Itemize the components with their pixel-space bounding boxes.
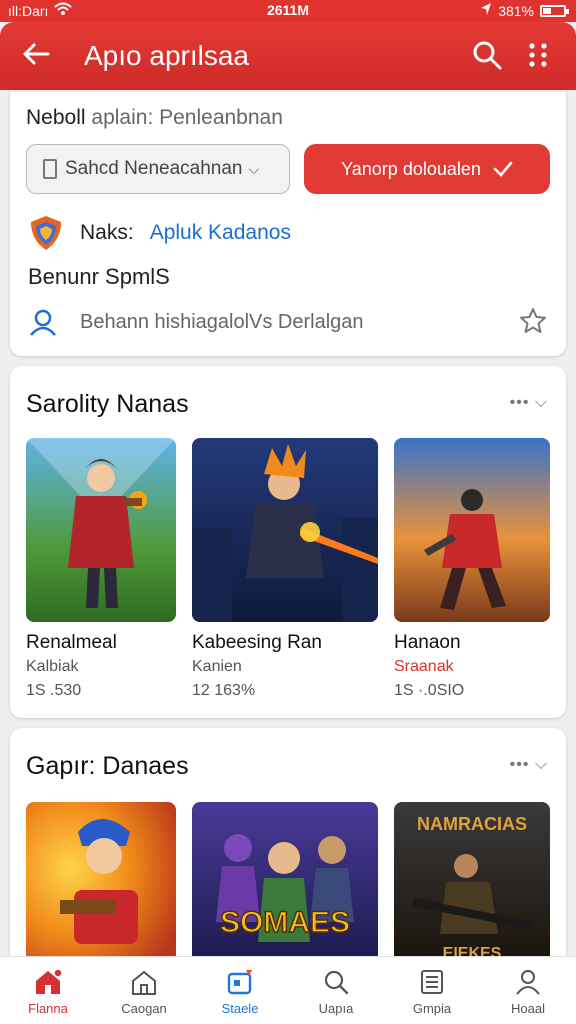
download-button[interactable]: Yanorp doloualen xyxy=(304,144,550,194)
location-icon xyxy=(480,2,492,19)
games-section-1: Sarolity Nanas ••• ⌵ Renalmeal Kalbiak 1… xyxy=(10,366,566,718)
battery-icon xyxy=(540,4,569,17)
naks-label: Naks: xyxy=(80,221,134,244)
select-value: Sahcd Neneacahnan xyxy=(65,158,243,179)
battery-fill xyxy=(543,7,552,14)
game-developer: Kalbiak xyxy=(26,658,79,675)
game-thumbnail: NAMRACIAS EIEKES xyxy=(394,802,550,968)
game-name: Kabeesing Ran xyxy=(192,632,322,653)
profile-icon xyxy=(516,970,540,995)
document-icon xyxy=(43,159,57,179)
game-name: Hanaon xyxy=(394,632,461,653)
app-title: Apıo aprılsaa xyxy=(84,40,249,71)
game-card[interactable]: Renalmeal Kalbiak 1S .530 xyxy=(26,438,176,700)
games-section-2: Gapır: Danaes ••• ⌵ SOMAES NAMRACIAS EIE… xyxy=(10,728,566,968)
status-bar: ıll:Darı 2611M 381% xyxy=(0,0,576,22)
more-dots: ••• xyxy=(509,394,530,411)
tab-label: Flanna xyxy=(28,1001,68,1016)
game-card[interactable]: Kabeesing Ran Kanien 12 163% xyxy=(192,438,378,700)
thumbnail-banner: NAMRACIAS xyxy=(417,814,527,834)
download-button-label: Yanorp doloualen xyxy=(341,158,481,179)
naks-row: Naks: Apluk Kadanos xyxy=(28,214,291,252)
game-thumbnail xyxy=(26,802,176,968)
home-icon xyxy=(36,968,63,994)
section-label: Benunr SpmlS xyxy=(28,264,170,289)
naks-link[interactable]: Apluk Kadanos xyxy=(150,221,291,245)
game-developer: Sraanak xyxy=(394,658,454,675)
game-thumbnail xyxy=(26,438,176,622)
tab-list[interactable]: Gmpia xyxy=(384,957,480,1024)
shield-icon xyxy=(31,216,61,250)
back-arrow-icon[interactable] xyxy=(20,38,52,70)
tab-label: Staele xyxy=(221,1001,259,1016)
game-stat: 12 163% xyxy=(192,682,256,699)
list-icon xyxy=(421,970,443,994)
game-name: Renalmeal xyxy=(26,632,117,653)
game-thumbnail xyxy=(394,438,550,622)
section-title: Sarolity Nanas xyxy=(26,390,189,418)
chevron-down-icon: ⌵ xyxy=(248,160,260,177)
app-bar: Apıo aprılsaa xyxy=(0,22,576,90)
person-text: Behann hishiagalolVs Derlalgan xyxy=(80,310,364,333)
grid-menu-icon[interactable] xyxy=(522,38,556,72)
game-card[interactable]: Hanaon Sraanak 1S ·.0SIO xyxy=(394,438,550,700)
section-title: Gapır: Danaes xyxy=(26,752,189,780)
tab-label: Hoaal xyxy=(511,1001,545,1016)
tab-home[interactable]: Flanna xyxy=(0,957,96,1024)
thumbnail-banner: SOMAES xyxy=(220,906,350,939)
subtitle-main: Neboll xyxy=(26,106,86,129)
game-card[interactable] xyxy=(26,802,176,968)
person-row[interactable]: Behann hishiagalolVs Derlalgan xyxy=(28,304,548,340)
more-options-icon[interactable]: ••• ⌵ xyxy=(510,756,548,774)
store-icon xyxy=(227,970,252,995)
person-icon xyxy=(30,309,56,336)
game-stat: 1S ·.0SIO xyxy=(394,682,465,699)
category-select[interactable]: Sahcd Neneacahnan ⌵ xyxy=(26,144,290,194)
game-thumbnail xyxy=(192,438,378,622)
tab-search[interactable]: Uapıa xyxy=(288,957,384,1024)
check-icon xyxy=(493,161,513,177)
tab-label: Uapıa xyxy=(318,1001,354,1016)
battery-percent: 381% xyxy=(498,2,534,19)
more-options-icon[interactable]: ••• ⌵ xyxy=(510,394,548,412)
tab-label: Caogan xyxy=(121,1001,167,1016)
details-card: Neboll aplain: Penleanbnan Sahcd Neneaca… xyxy=(10,92,566,356)
house-icon xyxy=(132,971,156,995)
search-icon xyxy=(324,970,349,995)
bottom-tab-bar: Flanna Caogan Staele Uapıa Gmpia Hoaal xyxy=(0,956,576,1024)
more-dots: ••• xyxy=(509,756,530,773)
game-stat: 1S .530 xyxy=(26,682,82,699)
tab-label: Gmpia xyxy=(412,1001,452,1016)
game-developer: Kanien xyxy=(192,658,242,675)
subtitle-rest: aplain: Penleanbnan xyxy=(91,106,283,129)
game-thumbnail: SOMAES xyxy=(192,802,378,968)
details-subtitle: Neboll aplain: Penleanbnan xyxy=(26,106,283,130)
star-icon[interactable] xyxy=(518,306,548,336)
tab-profile[interactable]: Hoaal xyxy=(480,957,576,1024)
tab-store[interactable]: Staele xyxy=(192,957,288,1024)
search-icon[interactable] xyxy=(470,38,504,72)
game-card[interactable]: SOMAES xyxy=(192,802,378,968)
game-card[interactable]: NAMRACIAS EIEKES xyxy=(394,802,550,968)
tab-categories[interactable]: Caogan xyxy=(96,957,192,1024)
